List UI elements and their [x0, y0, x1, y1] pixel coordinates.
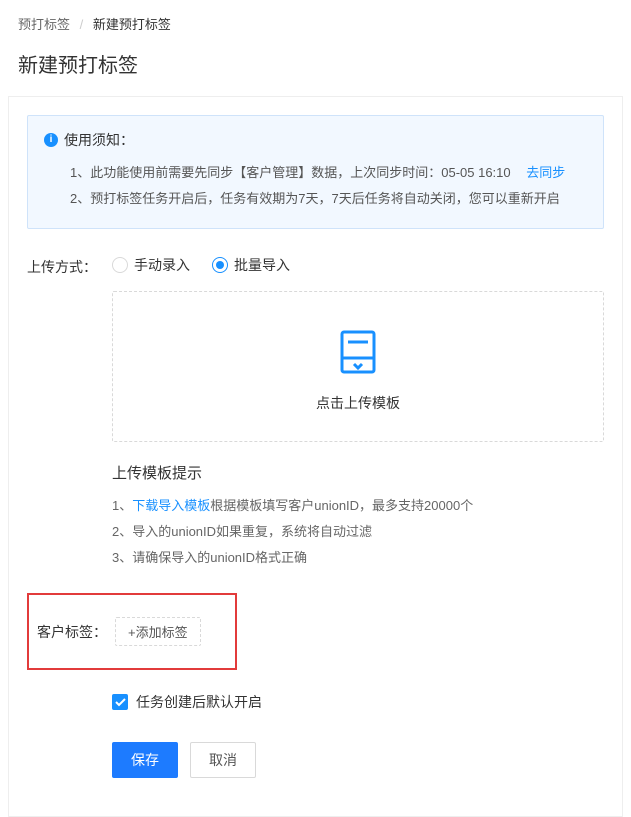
upload-box[interactable]: 点击上传模板 — [112, 291, 604, 442]
tips-item-1: 1、下载导入模板根据模板填写客户unionID，最多支持20000个 — [112, 493, 604, 519]
radio-circle-icon — [112, 257, 128, 273]
breadcrumb-sep: / — [80, 17, 84, 32]
tips-item-2: 2、导入的unionID如果重复，系统将自动过滤 — [112, 519, 604, 545]
cancel-button[interactable]: 取消 — [190, 742, 256, 778]
upload-method-radio-group: 手动录入 批量导入 — [112, 255, 604, 275]
page-title: 新建预打标签 — [0, 47, 631, 96]
notice-item-1-prefix: 1、此功能使用前需要先同步【客户管理】数据，上次同步时间： — [70, 165, 441, 180]
breadcrumb-current: 新建预打标签 — [93, 17, 171, 32]
tips-item-1-suffix: 根据模板填写客户unionID，最多支持20000个 — [210, 498, 473, 513]
save-button[interactable]: 保存 — [112, 742, 178, 778]
customer-tag-label: 客户标签： — [37, 622, 107, 642]
notice-title-text: 使用须知： — [64, 130, 134, 150]
radio-manual[interactable]: 手动录入 — [112, 255, 190, 275]
radio-manual-label: 手动录入 — [134, 255, 190, 275]
customer-tag-section: 客户标签： +添加标签 — [27, 593, 237, 670]
tips-title: 上传模板提示 — [112, 462, 604, 483]
add-tag-button[interactable]: +添加标签 — [115, 617, 201, 646]
sync-time: 05-05 16:10 — [441, 165, 510, 180]
tips-item-3: 3、请确保导入的unionID格式正确 — [112, 545, 604, 571]
notice-item-1: 1、此功能使用前需要先同步【客户管理】数据，上次同步时间：05-05 16:10… — [70, 160, 587, 186]
radio-batch[interactable]: 批量导入 — [212, 255, 290, 275]
upload-method-label: 上传方式： — [27, 255, 112, 277]
radio-batch-label: 批量导入 — [234, 255, 290, 275]
notice-box: i 使用须知： 1、此功能使用前需要先同步【客户管理】数据，上次同步时间：05-… — [27, 115, 604, 229]
download-template-link[interactable]: 下载导入模板 — [132, 498, 210, 513]
upload-text: 点击上传模板 — [133, 393, 583, 413]
tips-box: 上传模板提示 1、下载导入模板根据模板填写客户unionID，最多支持20000… — [112, 462, 604, 571]
checkbox-checked-icon[interactable] — [112, 694, 128, 710]
tips-item-1-num: 1、 — [112, 498, 132, 513]
breadcrumb-parent[interactable]: 预打标签 — [18, 17, 70, 32]
notice-title: i 使用须知： — [44, 130, 587, 150]
breadcrumb: 预打标签 / 新建预打标签 — [0, 0, 631, 47]
upload-file-icon — [334, 328, 382, 379]
notice-item-2: 2、预打标签任务开启后，任务有效期为7天，7天后任务将自动关闭，您可以重新开启 — [70, 186, 587, 212]
radio-circle-icon — [212, 257, 228, 273]
sync-link[interactable]: 去同步 — [526, 165, 565, 180]
info-icon: i — [44, 133, 58, 147]
form-panel: i 使用须知： 1、此功能使用前需要先同步【客户管理】数据，上次同步时间：05-… — [8, 96, 623, 817]
auto-enable-row: 任务创建后默认开启 — [112, 692, 604, 712]
auto-enable-label: 任务创建后默认开启 — [136, 692, 262, 712]
